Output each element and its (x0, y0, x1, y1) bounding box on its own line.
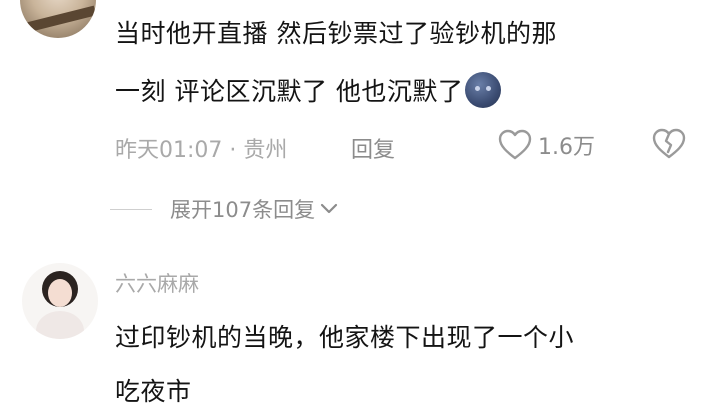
comment-time-location: 昨天01:07 · 贵州 (115, 138, 288, 163)
divider (110, 208, 152, 210)
avatar-image-detail (25, 5, 96, 33)
expand-replies-button[interactable]: 展开107条回复 (110, 194, 339, 224)
moon-face-emoji-icon (465, 72, 502, 108)
avatar[interactable] (22, 263, 98, 339)
comment-text-segment: 一刻 评论区沉默了 他也沉默了 (115, 77, 464, 106)
broken-heart-icon (652, 128, 686, 159)
avatar[interactable] (20, 0, 96, 38)
avatar-image-detail (48, 279, 72, 307)
like-button[interactable]: 1.6万 (498, 128, 595, 162)
comment-thread: 当时他开直播 然后钞票过了验钞机的那 一刻 评论区沉默了 他也沉默了 昨天01:… (0, 0, 720, 405)
chevron-down-icon (320, 203, 338, 214)
comment-meta-row: 昨天01:07 · 贵州 回复 1.6万 (115, 128, 705, 164)
heart-icon (498, 129, 532, 160)
comment-text-line: 过印钞机的当晚，他家楼下出现了一个小 (115, 323, 575, 352)
dislike-button[interactable] (652, 128, 686, 164)
avatar-image-detail (36, 311, 84, 339)
reply-button[interactable]: 回复 (351, 132, 395, 164)
username[interactable]: 六六麻麻 (115, 268, 199, 298)
expand-replies-label: 展开107条回复 (170, 198, 316, 222)
comment-text-line: 一刻 评论区沉默了 他也沉默了 (115, 72, 502, 111)
comment-text-line: 当时他开直播 然后钞票过了验钞机的那 (115, 19, 557, 48)
comment-text-line: 吃夜市 (115, 377, 192, 405)
like-count: 1.6万 (538, 135, 595, 160)
